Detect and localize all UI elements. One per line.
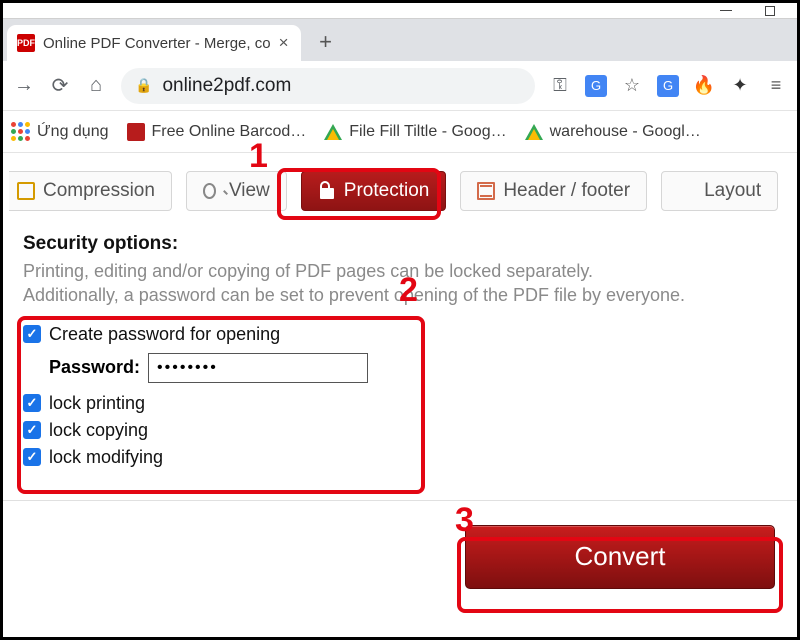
compress-icon	[17, 182, 35, 200]
google-translate-icon[interactable]: G	[657, 75, 679, 97]
lock-icon	[318, 182, 336, 200]
tab-favicon: PDF	[17, 34, 35, 52]
drive-icon	[525, 124, 543, 140]
checkbox-label: lock printing	[49, 393, 145, 414]
key-icon[interactable]: ⚿	[549, 75, 571, 97]
tab-title: Online PDF Converter - Merge, co	[43, 35, 271, 52]
tab-label: View	[229, 180, 270, 202]
checkbox-row-lock-copying[interactable]: ✓ lock copying	[23, 420, 368, 441]
lock-icon: 🔒	[135, 77, 152, 94]
checkbox-label: Create password for opening	[49, 324, 280, 345]
security-heading: Security options:	[23, 233, 777, 255]
reload-button[interactable]: ⟳	[49, 73, 71, 98]
window-maximize-button[interactable]	[749, 4, 791, 17]
browser-toolbar: → ⟳ ⌂ 🔒 online2pdf.com ⚿ G ☆ G 🔥 ✦ ≡	[3, 61, 797, 111]
address-bar[interactable]: 🔒 online2pdf.com	[121, 68, 535, 104]
tab-protection[interactable]: Protection	[301, 171, 447, 211]
security-desc-1: Printing, editing and/or copying of PDF …	[23, 259, 777, 283]
bookmark-item-barcode[interactable]: Free Online Barcod…	[127, 123, 307, 141]
bookmark-favicon	[127, 123, 145, 141]
layout-icon	[678, 182, 696, 200]
bookmarks-bar: Ứng dụng Free Online Barcod… File Fill T…	[3, 111, 797, 153]
checkbox-checked-icon: ✓	[23, 394, 41, 412]
star-icon[interactable]: ☆	[621, 75, 643, 97]
window-titlebar	[3, 3, 797, 19]
apps-label: Ứng dụng	[37, 123, 109, 141]
checkbox-row-lock-printing[interactable]: ✓ lock printing	[23, 393, 368, 414]
tab-layout[interactable]: Layout	[661, 171, 778, 211]
convert-button-label: Convert	[574, 541, 665, 572]
checkbox-checked-icon: ✓	[23, 421, 41, 439]
settings-tabbar: Compression View Protection Header / foo…	[3, 153, 797, 223]
password-label: Password:	[49, 357, 140, 378]
bookmark-label: warehouse - Googl…	[550, 123, 701, 141]
apps-icon	[11, 122, 30, 141]
apps-shortcut[interactable]: Ứng dụng	[11, 122, 109, 141]
tab-header-footer[interactable]: Header / footer	[460, 171, 647, 211]
close-tab-icon[interactable]: ×	[279, 33, 289, 53]
checkbox-label: lock copying	[49, 420, 148, 441]
toolbar-overflow-icon[interactable]: ≡	[765, 75, 787, 97]
checkbox-checked-icon: ✓	[23, 448, 41, 466]
home-button[interactable]: ⌂	[85, 74, 107, 97]
security-desc-2: Additionally, a password can be set to p…	[23, 283, 777, 307]
page-content: Compression View Protection Header / foo…	[3, 153, 797, 589]
url-text: online2pdf.com	[162, 75, 291, 97]
tab-compression[interactable]: Compression	[9, 171, 172, 211]
tab-label: Compression	[43, 180, 155, 202]
bookmark-label: File Fill Tiltle - Goog…	[349, 123, 506, 141]
translate-extension-icon[interactable]: G	[585, 75, 607, 97]
browser-tab-active[interactable]: PDF Online PDF Converter - Merge, co ×	[7, 25, 301, 61]
drive-icon	[324, 124, 342, 140]
magnifier-icon	[203, 182, 221, 200]
tab-label: Header / footer	[503, 180, 630, 202]
tab-label: Protection	[344, 180, 430, 202]
bookmark-item-warehouse[interactable]: warehouse - Googl…	[525, 123, 701, 141]
checkbox-label: lock modifying	[49, 447, 163, 468]
new-tab-button[interactable]: +	[311, 27, 341, 57]
bookmark-label: Free Online Barcod…	[152, 123, 307, 141]
forward-button[interactable]: →	[13, 74, 35, 97]
header-footer-icon	[477, 182, 495, 200]
extensions-icon[interactable]: ✦	[729, 75, 751, 97]
checkbox-checked-icon: ✓	[23, 325, 41, 343]
browser-tabstrip: PDF Online PDF Converter - Merge, co × +	[3, 19, 797, 61]
convert-button[interactable]: Convert	[465, 525, 775, 589]
security-section: Security options: Printing, editing and/…	[3, 223, 797, 492]
checkbox-row-create-password[interactable]: ✓ Create password for opening	[23, 324, 368, 345]
window-minimize-button[interactable]	[705, 4, 747, 17]
security-options-group: ✓ Create password for opening Password: …	[23, 318, 368, 474]
flame-extension-icon[interactable]: 🔥	[693, 75, 715, 97]
bookmark-item-filefill[interactable]: File Fill Tiltle - Goog…	[324, 123, 506, 141]
checkbox-row-lock-modifying[interactable]: ✓ lock modifying	[23, 447, 368, 468]
password-input[interactable]	[148, 353, 368, 383]
tab-view[interactable]: View	[186, 171, 287, 211]
tab-label: Layout	[704, 180, 761, 202]
